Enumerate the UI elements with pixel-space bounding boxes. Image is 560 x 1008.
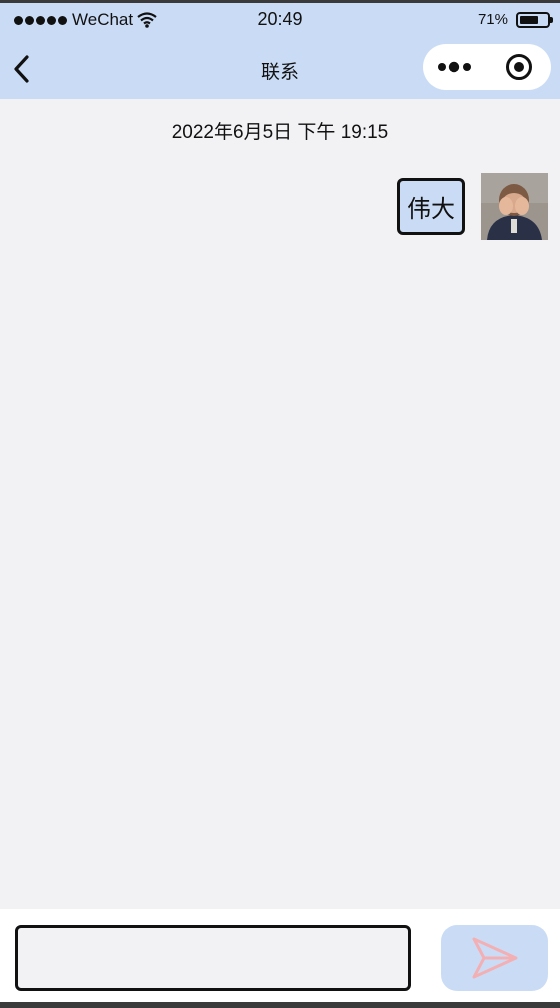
close-button[interactable]	[487, 44, 551, 90]
message-timestamp: 2022年6月5日 下午 19:15	[171, 122, 389, 143]
battery-percent: 71%	[477, 11, 508, 28]
nav-bar: 联系	[0, 39, 560, 99]
avatar[interactable]	[481, 173, 548, 240]
message-row: 伟大	[397, 173, 548, 240]
phone-screen: WeChat 20:49 71% 联系 2022年6月5日 下午 19:15 伟…	[0, 0, 560, 1008]
status-time: 20:49	[257, 9, 303, 29]
status-right: 71%	[477, 11, 553, 28]
input-bar	[0, 909, 560, 1005]
bottom-frame-edge	[0, 1002, 560, 1008]
status-bar: WeChat 20:49 71%	[0, 3, 560, 39]
send-button[interactable]	[441, 925, 548, 991]
chat-area: 2022年6月5日 下午 19:15 伟大	[0, 99, 560, 909]
battery-fill	[520, 15, 539, 24]
battery-icon	[516, 11, 553, 28]
target-circle-icon	[506, 54, 532, 80]
message-input[interactable]	[15, 925, 411, 991]
mini-program-capsule	[423, 44, 551, 90]
more-dots-icon	[438, 61, 471, 73]
more-button[interactable]	[423, 44, 487, 90]
message-bubble: 伟大	[397, 178, 465, 235]
avatar-photo	[481, 173, 548, 240]
send-icon	[472, 937, 517, 979]
